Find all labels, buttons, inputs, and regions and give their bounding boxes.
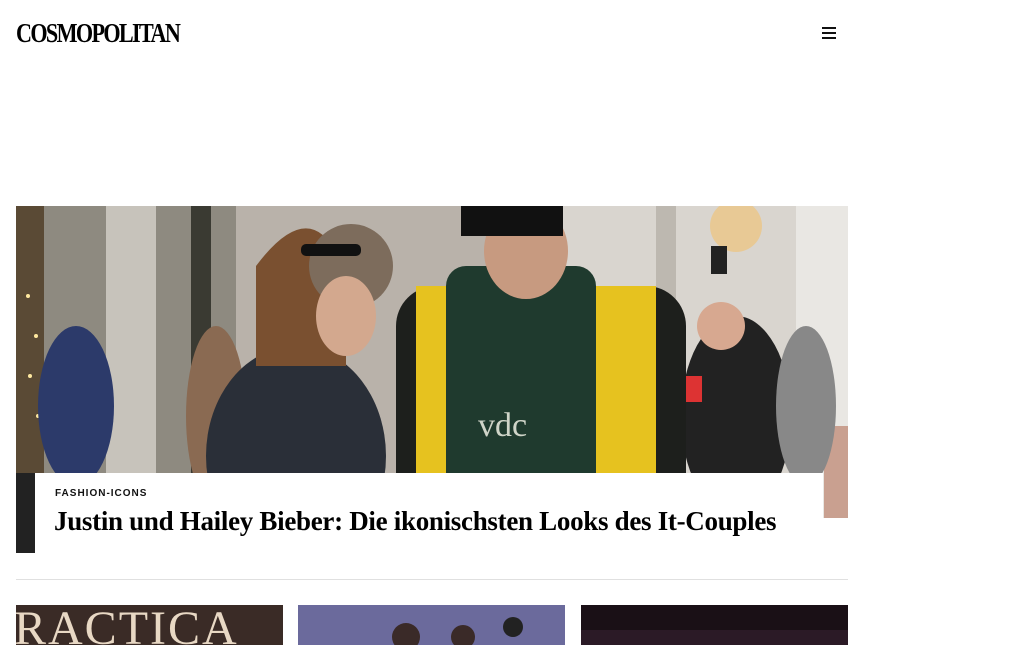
hero-image[interactable]: vdc: [16, 206, 848, 518]
article-card[interactable]: RACTICA: [16, 605, 283, 645]
card-image: [298, 605, 565, 645]
card-image-text: RACTICA: [16, 605, 239, 645]
card-image: [581, 605, 848, 645]
article-card[interactable]: [298, 605, 565, 645]
svg-text:vdc: vdc: [478, 407, 527, 444]
article-kicker[interactable]: FASHION-ICONS: [55, 488, 147, 499]
article-headline[interactable]: Justin und Hailey Bieber: Die ikonischst…: [54, 506, 777, 537]
hero-caption[interactable]: FASHION-ICONS Justin und Hailey Bieber: …: [35, 473, 823, 553]
cosmopolitan-logo[interactable]: COSMOPOLITAN: [16, 18, 181, 48]
hero-article[interactable]: vdc FASHION-ICONS Justin und Hailey Bieb…: [16, 206, 848, 554]
article-card[interactable]: [581, 605, 848, 645]
site-header: COSMOPOLITAN: [16, 14, 848, 54]
caption-accent-bar: [16, 473, 35, 553]
section-divider: [16, 579, 848, 580]
hamburger-menu-icon[interactable]: [820, 24, 840, 44]
